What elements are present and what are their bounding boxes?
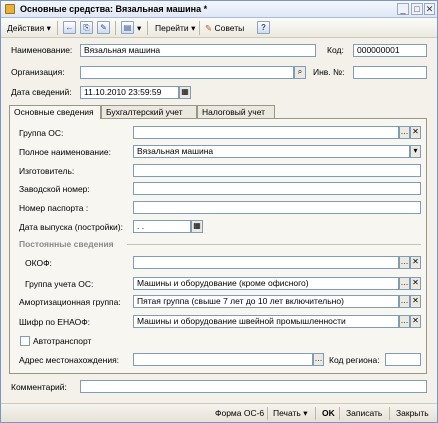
- close-button[interactable]: Закрыть: [396, 408, 429, 418]
- tips-label: Советы: [214, 23, 245, 33]
- full-name-label: Полное наименование:: [19, 147, 111, 157]
- minimize-button[interactable]: _: [397, 3, 409, 15]
- help-button[interactable]: ?: [257, 21, 270, 34]
- os-group-label: Группа ОС:: [19, 128, 64, 138]
- amortization-group-select-button[interactable]: …: [399, 295, 410, 308]
- motor-transport-label: Автотранспорт: [33, 336, 92, 346]
- footer-separator: [267, 407, 268, 420]
- serial-number-label: Заводской номер:: [19, 184, 90, 194]
- app-icon: [5, 4, 15, 14]
- os-group-input[interactable]: [133, 126, 399, 139]
- toolbar-separator: [147, 21, 148, 35]
- location-address-input[interactable]: [133, 353, 313, 366]
- passport-number-label: Номер паспорта :: [19, 203, 89, 213]
- chevron-down-icon[interactable]: ▾: [410, 145, 421, 158]
- goto-menu[interactable]: Перейти ▾: [153, 21, 197, 35]
- chevron-down-icon[interactable]: ▾: [135, 21, 143, 35]
- search-icon[interactable]: ⌕: [294, 66, 306, 79]
- calendar-icon[interactable]: ▦: [191, 220, 203, 233]
- amortization-group-input[interactable]: Пятая группа (свыше 7 лет до 10 лет вклю…: [133, 295, 399, 308]
- chevron-down-icon: ▾: [303, 408, 308, 418]
- edit-icon[interactable]: ✎: [97, 21, 110, 34]
- calendar-icon[interactable]: ▦: [179, 86, 191, 99]
- chevron-down-icon: ▾: [191, 23, 196, 33]
- enaof-select-button[interactable]: …: [399, 315, 410, 328]
- name-label: Наименование:: [11, 45, 73, 55]
- location-address-label: Адрес местонахождения:: [19, 355, 120, 365]
- section-divider: [127, 244, 421, 245]
- goto-label: Перейти: [155, 23, 189, 33]
- inventory-number-label: Инв. №:: [313, 67, 345, 77]
- window-title: Основные средства: Вязальная машина *: [20, 4, 208, 14]
- okof-select-button[interactable]: …: [399, 256, 410, 269]
- enaof-code-label: Шифр по ЕНАОФ:: [19, 317, 91, 327]
- copy-icon[interactable]: ⎘: [80, 21, 93, 34]
- okof-input[interactable]: [133, 256, 399, 269]
- release-date-input[interactable]: . .: [133, 220, 191, 233]
- passport-number-input[interactable]: [133, 201, 421, 214]
- account-group-input[interactable]: Машины и оборудование (кроме офисного): [133, 277, 399, 290]
- ok-button[interactable]: OK: [322, 408, 335, 418]
- tips-button[interactable]: ✎ Советы: [203, 21, 246, 35]
- close-window-button[interactable]: ✕: [424, 3, 435, 15]
- region-code-input[interactable]: [385, 353, 421, 366]
- footer-separator: [389, 407, 390, 420]
- chevron-down-icon: ▾: [46, 23, 51, 33]
- account-group-label: Группа учета ОС:: [25, 279, 94, 289]
- account-group-clear-icon[interactable]: ✕: [410, 277, 421, 290]
- inventory-number-input[interactable]: [353, 66, 427, 79]
- toolbar: Действия ▾ ← ⎘ ✎ ▤ ▾ Перейти ▾ ✎ Советы …: [1, 18, 437, 38]
- save-button[interactable]: Записать: [346, 408, 382, 418]
- toolbar-separator: [115, 21, 116, 35]
- os-group-select-button[interactable]: …: [399, 126, 410, 139]
- manufacturer-label: Изготовитель:: [19, 166, 75, 176]
- serial-number-input[interactable]: [133, 182, 421, 195]
- code-input[interactable]: 000000001: [353, 44, 427, 57]
- tab-accounting[interactable]: Бухгалтерский учет: [101, 105, 197, 118]
- footer-bar: Форма ОС-6 Печать ▾ OK Записать Закрыть: [1, 403, 437, 422]
- structure-icon[interactable]: ▤: [121, 21, 134, 34]
- toolbar-separator: [57, 21, 58, 35]
- manufacturer-input[interactable]: [133, 164, 421, 177]
- full-name-input[interactable]: Вязальная машина: [133, 145, 410, 158]
- toolbar-separator: [199, 21, 200, 35]
- tips-icon: ✎: [205, 23, 213, 33]
- okof-label: ОКОФ:: [25, 258, 52, 268]
- form-os6-button[interactable]: Форма ОС-6: [215, 408, 264, 418]
- okof-clear-icon[interactable]: ✕: [410, 256, 421, 269]
- amortization-group-label: Амортизационная группа:: [19, 297, 121, 307]
- info-date-label: Дата сведений:: [11, 87, 72, 97]
- amortization-group-clear-icon[interactable]: ✕: [410, 295, 421, 308]
- footer-separator: [339, 407, 340, 420]
- motor-transport-checkbox[interactable]: [20, 336, 30, 346]
- tab-tax[interactable]: Налоговый учет: [197, 105, 275, 118]
- comment-input[interactable]: [80, 380, 427, 393]
- organization-input[interactable]: [80, 66, 294, 79]
- account-group-select-button[interactable]: …: [399, 277, 410, 290]
- release-date-label: Дата выпуска (постройки):: [19, 222, 123, 232]
- back-arrow-icon[interactable]: ←: [63, 21, 76, 34]
- actions-label: Действия: [7, 23, 45, 33]
- info-date-input[interactable]: 11.10.2010 23:59:59: [80, 86, 179, 99]
- comment-label: Комментарий:: [11, 382, 67, 392]
- tab-main-info[interactable]: Основные сведения: [9, 105, 101, 119]
- maximize-button[interactable]: □: [411, 3, 423, 15]
- name-input[interactable]: Вязальная машина: [80, 44, 316, 57]
- title-bar: Основные средства: Вязальная машина * _ …: [1, 1, 437, 18]
- region-code-label: Код региона:: [329, 355, 380, 365]
- actions-menu[interactable]: Действия ▾: [5, 21, 53, 35]
- code-label: Код:: [327, 45, 344, 55]
- enaof-code-input[interactable]: Машины и оборудование швейной промышленн…: [133, 315, 399, 328]
- print-menu[interactable]: Печать ▾: [273, 408, 308, 419]
- os-group-clear-icon[interactable]: ✕: [410, 126, 421, 139]
- footer-separator: [315, 407, 316, 420]
- organization-label: Организация:: [11, 67, 65, 77]
- section-title: Постоянные сведения: [19, 239, 114, 249]
- address-select-button[interactable]: …: [313, 353, 324, 366]
- print-label: Печать: [273, 408, 301, 418]
- main-window: Основные средства: Вязальная машина * _ …: [0, 0, 438, 423]
- enaof-clear-icon[interactable]: ✕: [410, 315, 421, 328]
